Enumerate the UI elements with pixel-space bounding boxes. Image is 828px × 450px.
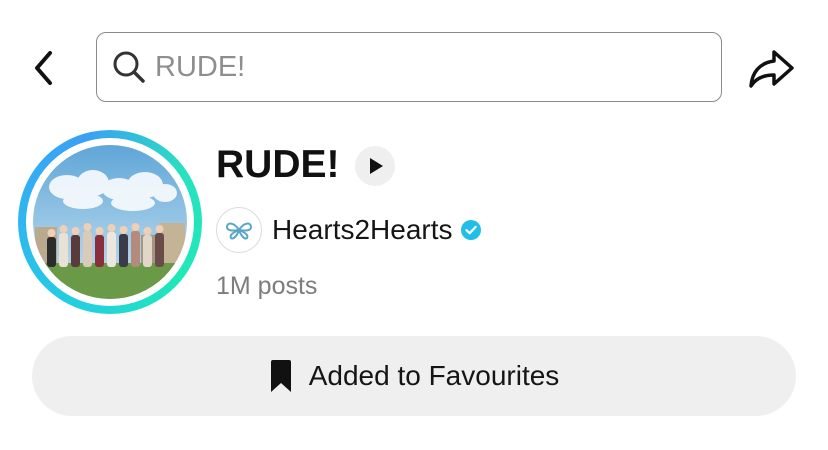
artist-link[interactable]: Hearts2Hearts	[216, 206, 481, 254]
artist-logo	[216, 207, 262, 253]
artist-logo-icon	[225, 222, 253, 240]
bookmark-filled-icon	[270, 360, 291, 392]
search-bar[interactable]	[96, 32, 722, 102]
play-icon	[370, 158, 383, 174]
share-arrow-icon	[749, 50, 794, 88]
play-button[interactable]	[355, 146, 395, 186]
favourites-button[interactable]: Added to Favourites	[32, 336, 796, 416]
chevron-left-icon	[35, 51, 52, 85]
favourites-label: Added to Favourites	[308, 360, 560, 391]
back-button[interactable]	[26, 48, 62, 88]
sound-title: RUDE!	[216, 143, 340, 186]
share-button[interactable]	[746, 46, 796, 92]
search-icon	[113, 51, 145, 83]
verified-badge-icon	[460, 220, 481, 240]
artist-name: Hearts2Hearts	[272, 214, 453, 245]
cover-ring[interactable]	[18, 130, 202, 314]
posts-count: 1M posts	[216, 272, 318, 300]
search-input[interactable]	[155, 50, 675, 84]
group-photo-cover	[33, 145, 187, 299]
cover-frame	[26, 138, 194, 306]
sound-page: RUDE! Hearts2Hearts 1M posts	[0, 0, 828, 450]
